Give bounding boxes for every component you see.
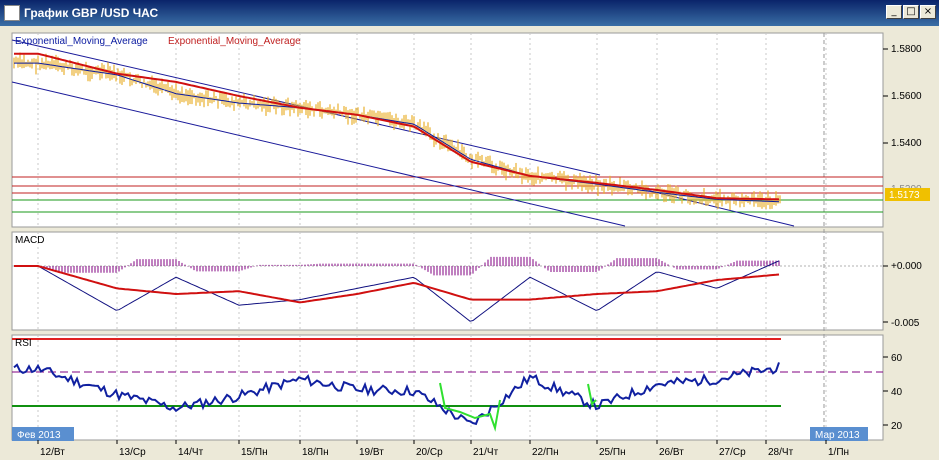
date-tick-label: 20/Ср [416, 447, 443, 458]
date-tick-label: 19/Вт [359, 447, 384, 458]
price-axis: 1.5800 1.5600 1.5400 1.5200 1.5173 [883, 44, 930, 201]
macd-axis: +0.000 -0.005 [883, 261, 922, 329]
current-price-label: 1.5173 [889, 190, 920, 201]
macd-tick: +0.000 [891, 261, 922, 272]
month-label-start: Фев 2013 [17, 430, 61, 441]
price-tick: 1.5400 [891, 138, 922, 149]
rsi-panel[interactable] [11, 334, 884, 441]
window-title: График GBP /USD ЧАС [24, 6, 159, 20]
ema-label-1: Exponential_Moving_Average [15, 36, 148, 47]
rsi-tick: 60 [891, 353, 903, 364]
macd-label: MACD [15, 235, 44, 246]
date-axis: 12/Вт 13/Ср 14/Чт 15/Пн 18/Пн 19/Вт 20/Ср 21/Чт… [37, 440, 849, 458]
chart-area[interactable]: Exponential_Moving_Average Exponential_M… [0, 26, 939, 460]
close-button[interactable]: × [920, 5, 936, 19]
price-tick: 1.5600 [891, 91, 922, 102]
title-bar[interactable]: График GBP /USD ЧАС _ □ × [0, 0, 939, 26]
rsi-tick: 20 [891, 421, 903, 432]
date-tick-label: 26/Вт [659, 447, 684, 458]
minimize-button[interactable]: _ [886, 5, 902, 19]
chart-app-icon [4, 5, 20, 21]
date-tick-label: 13/Ср [119, 447, 146, 458]
date-tick-label: 1/Пн [828, 447, 849, 458]
rsi-tick: 40 [891, 387, 903, 398]
date-tick-label: 14/Чт [178, 447, 204, 458]
restore-button[interactable]: □ [903, 5, 919, 19]
date-tick-label: 12/Вт [40, 447, 65, 458]
date-tick-label: 18/Пн [302, 447, 329, 458]
date-tick-label: 25/Пн [599, 447, 626, 458]
rsi-axis: 60 40 20 [883, 353, 903, 432]
date-tick-label: 27/Ср [719, 447, 746, 458]
ema-label-2: Exponential_Moving_Average [168, 36, 301, 47]
date-tick-label: 22/Пн [532, 447, 559, 458]
month-label-end: Мар 2013 [815, 430, 860, 441]
macd-tick: -0.005 [891, 318, 920, 329]
date-tick-label: 21/Чт [473, 447, 499, 458]
date-tick-label: 15/Пн [241, 447, 268, 458]
price-tick: 1.5800 [891, 44, 922, 55]
rsi-label: RSI [15, 338, 32, 349]
chart-window: График GBP /USD ЧАС _ □ × Exponential_Mo… [0, 0, 939, 460]
macd-panel[interactable] [11, 231, 884, 331]
date-tick-label: 28/Чт [768, 447, 794, 458]
